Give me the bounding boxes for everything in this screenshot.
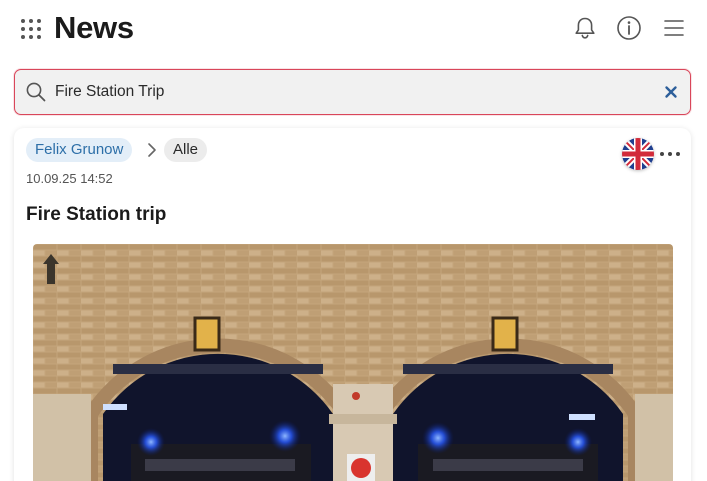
apps-grid-icon[interactable] — [20, 18, 42, 40]
author-chip[interactable]: Felix Grunow — [26, 138, 133, 162]
hamburger-menu-icon[interactable] — [660, 14, 688, 42]
uk-flag-icon[interactable] — [622, 138, 654, 170]
more-dots-icon[interactable] — [659, 146, 681, 162]
close-icon[interactable] — [663, 84, 679, 100]
page-title: News — [54, 10, 134, 45]
app-header: News — [0, 0, 707, 60]
bell-icon[interactable] — [571, 14, 599, 42]
post-image[interactable] — [33, 244, 673, 481]
search-input[interactable] — [55, 78, 635, 106]
category-chip[interactable]: Alle — [164, 138, 208, 162]
info-icon[interactable] — [615, 14, 643, 42]
post-title: Fire Station trip — [26, 204, 167, 225]
search-bar — [14, 69, 691, 115]
news-post-card[interactable]: Felix Grunow Alle 10.09.25 14:52 Fire St… — [14, 128, 691, 481]
chevron-right-icon — [148, 143, 156, 157]
post-timestamp: 10.09.25 14:52 — [26, 171, 113, 186]
search-icon — [26, 82, 46, 102]
